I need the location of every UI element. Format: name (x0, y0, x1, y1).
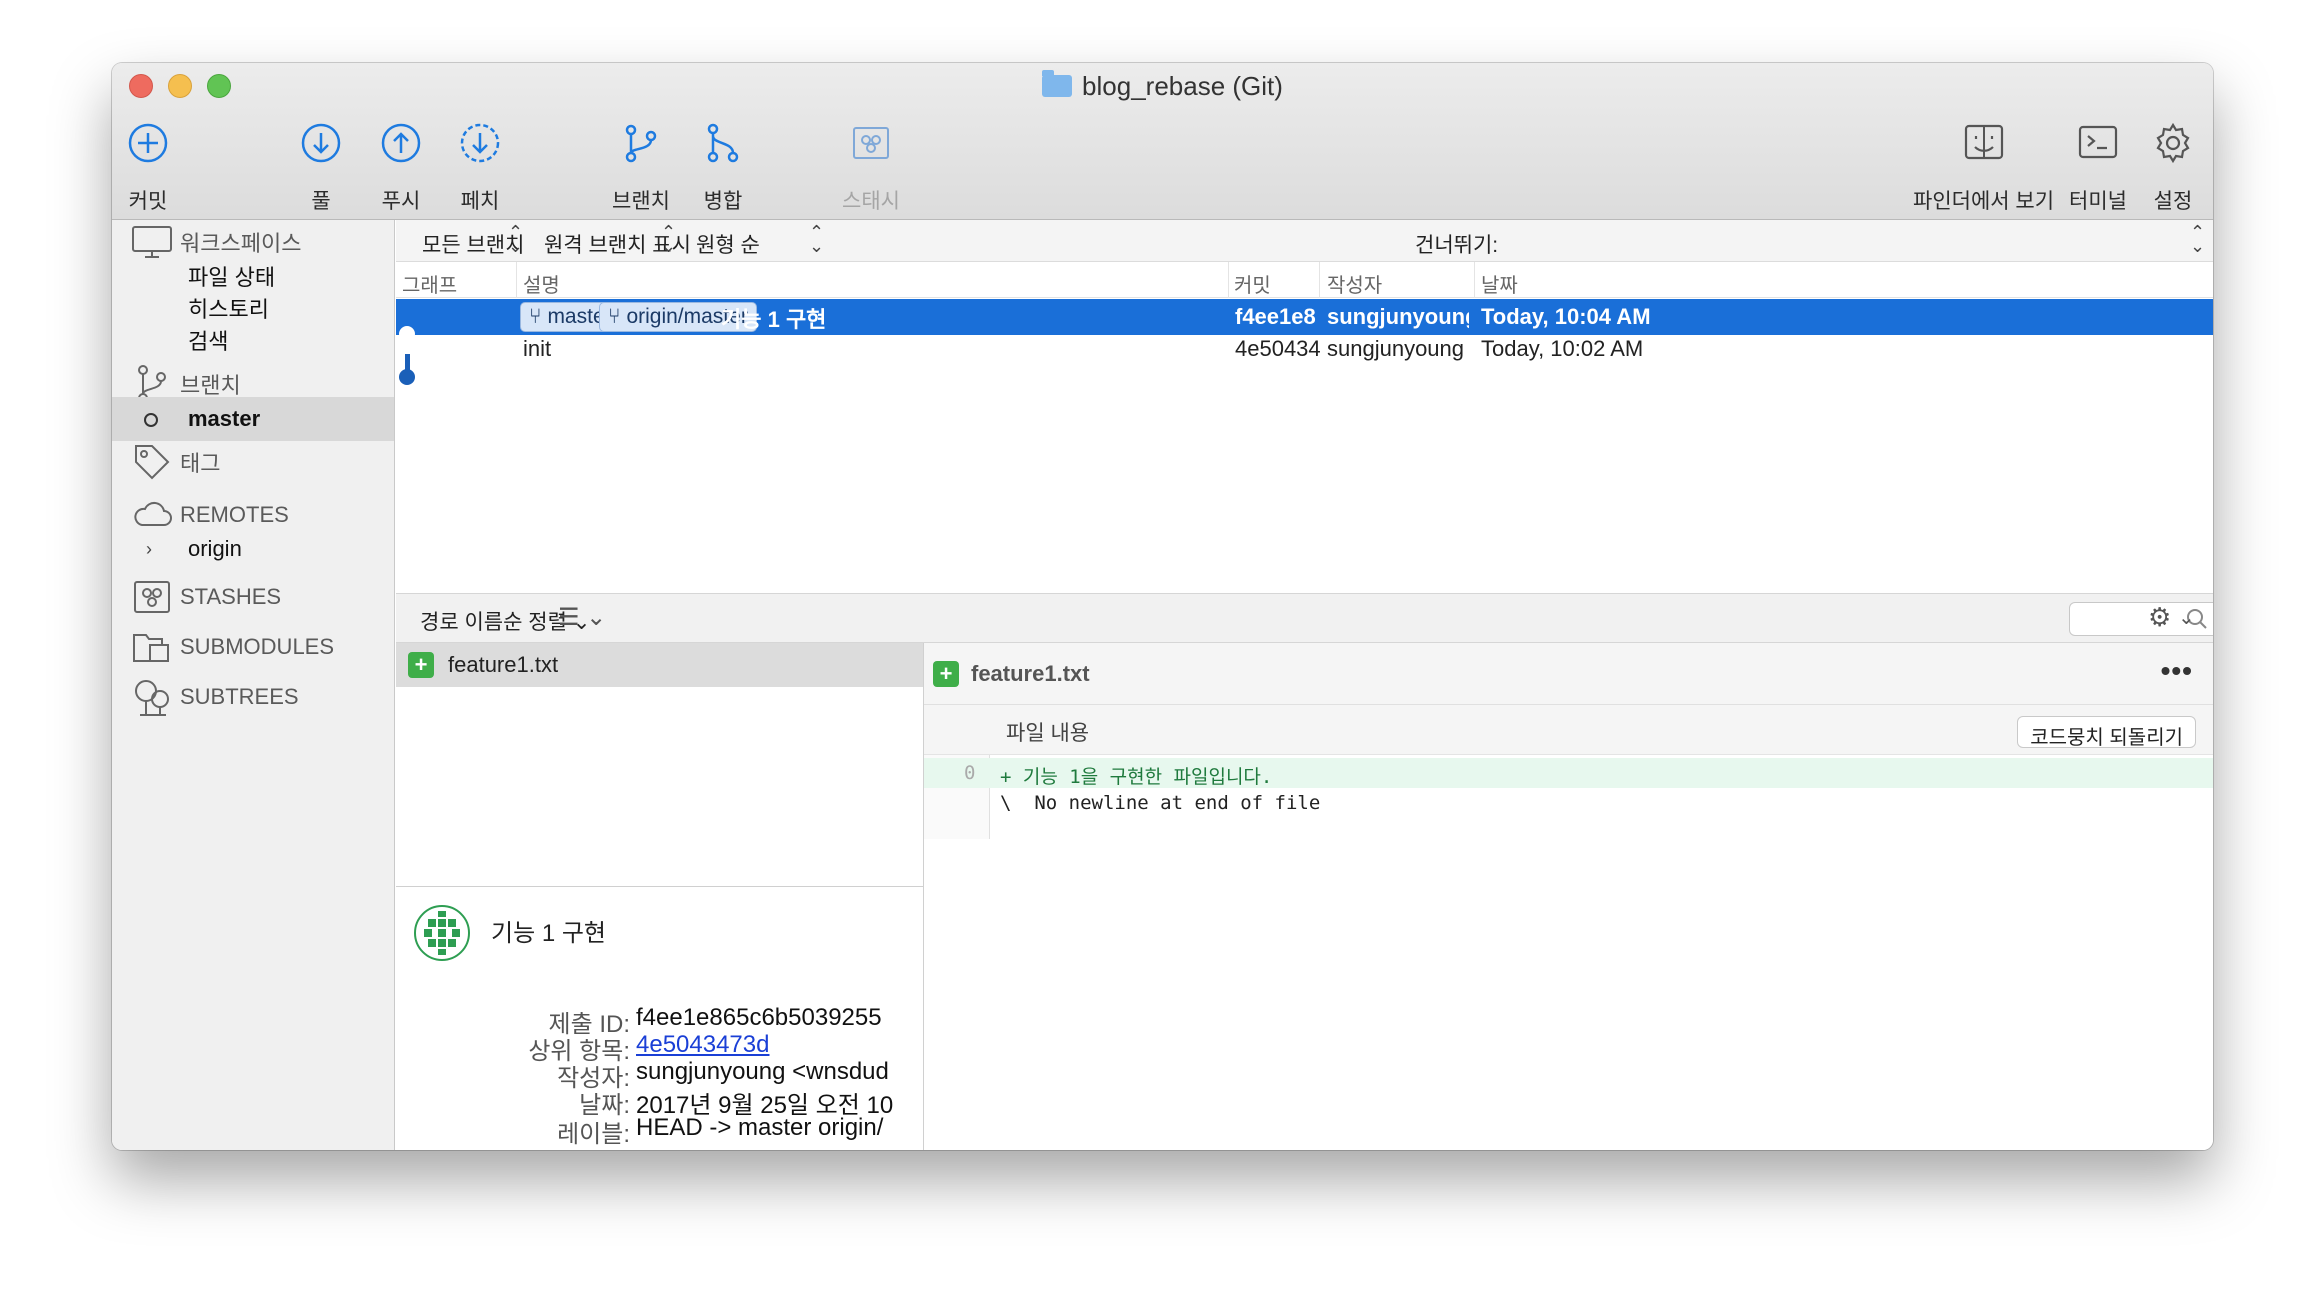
hunk-header: 파일 내용 코드뭉치 되돌리기 (924, 705, 2213, 755)
branch-button[interactable]: 브랜치 (612, 121, 670, 215)
no-newline-line: \ No newline at end of file (1000, 792, 1321, 814)
file-list-toolbar: 경로 이름순 정렬 ⌄ ☰ ⌄ 검색 ⚙ ⌄ (396, 593, 2213, 643)
graph-node (399, 326, 415, 342)
stash-icon (128, 580, 176, 614)
column-date[interactable]: 날짜 (1481, 269, 1518, 298)
more-options-icon[interactable]: ••• (2161, 655, 2193, 687)
commit-hash: f4ee1e8 (1235, 304, 1316, 329)
terminal-button[interactable]: 터미널 (2069, 121, 2127, 215)
commit-table-header: 그래프 설명 커밋 작성자 날짜 (396, 262, 2213, 298)
sidebar-header-subtrees[interactable]: SUBTREES (112, 675, 394, 719)
toolbar: blog_rebase (Git) 커밋 풀 푸시 페치 브랜치 병합 스태시 … (112, 63, 2213, 220)
parent-commit-link[interactable]: 4e5043473d (636, 1031, 769, 1059)
revert-hunk-button[interactable]: 코드뭉치 되돌리기 (2017, 716, 2196, 749)
column-graph[interactable]: 그래프 (402, 269, 457, 298)
push-arrow-up-icon (379, 121, 423, 165)
commit-detail-panel: 기능 1 구현 제출 ID: f4ee1e865c6b5039255 상위 항목… (396, 886, 924, 1150)
finder-icon (1962, 121, 2006, 165)
cloud-icon (128, 501, 176, 529)
tag-icon (128, 442, 176, 482)
chevron-down-icon[interactable]: ⌄ (2178, 605, 2195, 630)
list-view-icon[interactable]: ☰ ⌄ (558, 603, 606, 632)
commit-message: init (523, 336, 552, 361)
fetch-icon (458, 121, 502, 165)
tree-icon (128, 677, 176, 717)
order-select[interactable]: 원형 순 (696, 229, 760, 259)
chevron-updown-icon[interactable]: ⌃ ⌄ (508, 223, 523, 255)
diff-file-header: + feature1.txt ••• (924, 643, 2213, 705)
gear-icon (2151, 121, 2195, 165)
commit-row[interactable]: init 4e50434 sungjunyoung <w... Today, 1… (396, 335, 2213, 371)
commit-date: Today, 10:02 AM (1481, 336, 1644, 361)
jump-to-select[interactable]: ⌃ ⌄ (2190, 223, 2205, 255)
submodules-icon (128, 629, 176, 665)
sidebar-header-stashes[interactable]: STASHES (112, 575, 394, 619)
merge-icon (701, 121, 745, 165)
column-divider[interactable] (1319, 262, 1320, 298)
changed-files-list: + feature1.txt (396, 643, 924, 886)
column-commit[interactable]: 커밋 (1234, 269, 1271, 298)
column-divider[interactable] (1228, 262, 1229, 298)
branch-icon (619, 121, 663, 165)
commit-subject: 기능 1 구현 (491, 920, 607, 947)
commit-filter-bar: 모든 브랜치 ⌃ ⌄ 원격 브랜치 표시 ⌃ ⌄ 원형 순 ⌃ ⌄ 건너뛰기: ⌃ ⌄ (396, 220, 2213, 262)
added-line: 0 + 기능 1을 구현한 파일입니다. (924, 758, 2213, 788)
sidebar-item-search[interactable]: 검색 (112, 318, 394, 362)
commit-date: Today, 10:04 AM (1481, 304, 1651, 329)
commit-button[interactable]: 커밋 (126, 121, 170, 215)
sidebar: 워크스페이스 파일 상태 히스토리 검색 브랜치 master 태그 REMOT… (112, 220, 395, 1150)
folder-icon (1042, 70, 1073, 97)
chevron-updown-icon[interactable]: ⌃ ⌄ (809, 223, 824, 255)
sidebar-item-remote-origin[interactable]: › origin (112, 527, 394, 571)
pull-button[interactable]: 풀 (299, 121, 343, 215)
chevron-updown-icon[interactable]: ⌃ ⌄ (661, 223, 676, 255)
window-title: blog_rebase (Git) (112, 70, 2213, 102)
terminal-icon (2076, 121, 2120, 165)
sidebar-header-submodules[interactable]: SUBMODULES (112, 625, 394, 669)
app-window: blog_rebase (Git) 커밋 풀 푸시 페치 브랜치 병합 스태시 … (112, 63, 2213, 1150)
commit-author: sungjunyoung <w... (1327, 336, 1469, 361)
added-file-icon: + (933, 660, 959, 687)
file-row[interactable]: + feature1.txt (396, 643, 923, 687)
gear-icon[interactable]: ⚙ (2148, 602, 2171, 633)
merge-button[interactable]: 병합 (701, 121, 745, 215)
column-divider[interactable] (516, 262, 517, 298)
fetch-button[interactable]: 페치 (458, 121, 502, 215)
sidebar-item-branch-master[interactable]: master (112, 397, 394, 441)
commit-plus-icon (126, 121, 170, 165)
added-file-icon: + (408, 652, 434, 678)
commit-hash: 4e50434 (1235, 336, 1321, 361)
commit-author: sungjunyoung <... (1327, 304, 1469, 329)
column-divider[interactable] (1474, 262, 1475, 298)
column-description[interactable]: 설명 (523, 269, 560, 298)
stash-button[interactable]: 스태시 (842, 121, 900, 215)
show-in-finder-button[interactable]: 파인더에서 보기 (1913, 121, 2054, 215)
avatar (414, 905, 470, 961)
column-author[interactable]: 작성자 (1327, 269, 1382, 298)
push-button[interactable]: 푸시 (379, 121, 423, 215)
pull-arrow-down-icon (299, 121, 343, 165)
chevron-right-icon[interactable]: › (146, 539, 152, 560)
diff-viewer: + feature1.txt ••• 파일 내용 코드뭉치 되돌리기 0 + 기… (924, 643, 2213, 1150)
jump-to-label: 건너뛰기: (1415, 234, 1499, 257)
settings-button[interactable]: 설정 (2151, 121, 2195, 215)
stash-icon (849, 121, 893, 165)
commit-row[interactable]: ⑂ master ⑂ origin/master 기능 1 구현 f4ee1e8… (396, 299, 2213, 335)
sidebar-header-tags[interactable]: 태그 (112, 440, 394, 484)
commit-message: 기능 1 구현 (721, 307, 827, 332)
graph-node (399, 369, 415, 385)
current-branch-icon (144, 413, 158, 427)
